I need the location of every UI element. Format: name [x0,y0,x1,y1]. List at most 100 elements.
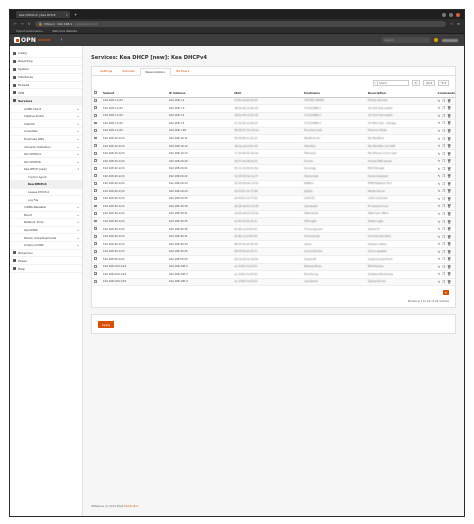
copy-icon[interactable]: ❐ [442,106,445,110]
col-ip-address[interactable]: IP Address [166,90,233,98]
delete-icon[interactable]: 🗑 [447,272,451,276]
footer-link[interactable]: Deciso B.V. [124,505,138,508]
delete-icon[interactable]: 🗑 [447,121,451,125]
refresh-button[interactable]: ↻ [411,80,421,86]
add-reservation-button[interactable]: + [443,290,449,296]
delete-icon[interactable]: 🗑 [447,250,451,254]
col-subnet[interactable]: Subnet [100,90,167,98]
table-row[interactable]: 192.168.1.1/24 192.168.1.4 a8:5e:45:12:8c:… [92,112,455,121]
table-row[interactable]: 192.168.100.1/24 192.168.100.4 ac:1f:6b:7a… [92,278,455,287]
edit-icon[interactable]: ✎ [438,265,441,269]
edit-icon[interactable]: ✎ [438,137,441,141]
table-row[interactable]: 192.168.20.1/24 192.168.20.23 52:54:00:ab:… [92,180,455,189]
sidebar-kea-log-file[interactable]: Log File [10,196,82,204]
delete-icon[interactable]: 🗑 [447,242,451,246]
copy-icon[interactable]: ❐ [442,167,445,171]
table-row[interactable]: 192.168.10.1/24 192.168.10.12 d8:3a:dd:14:… [92,142,455,151]
row-checkbox[interactable] [94,189,97,193]
copy-icon[interactable]: ❐ [442,129,445,133]
delete-icon[interactable]: 🗑 [447,197,451,201]
row-checkbox[interactable] [94,234,97,238]
copy-icon[interactable]: ❐ [442,235,445,239]
sidebar-item-power[interactable]: Power [10,257,82,266]
delete-icon[interactable]: 🗑 [447,280,451,284]
edit-icon[interactable]: ✎ [438,106,441,110]
apply-button[interactable]: Apply [98,321,114,329]
copy-icon[interactable]: ❐ [442,204,445,208]
delete-icon[interactable]: 🗑 [447,114,451,118]
col-mac[interactable]: MAC [232,90,303,98]
row-checkbox[interactable] [94,227,97,230]
sidebar-sub-clamav[interactable]: ClamAV ▸ [10,120,82,129]
edit-icon[interactable]: ✎ [438,227,441,231]
copy-icon[interactable]: ❐ [442,182,445,186]
delete-icon[interactable]: 🗑 [447,144,451,148]
sidebar-item-help[interactable]: Help [10,265,82,274]
copy-icon[interactable]: ❐ [442,250,445,254]
delete-icon[interactable]: 🗑 [447,167,451,171]
row-checkbox[interactable] [94,121,97,125]
row-checkbox[interactable] [94,98,97,102]
delete-icon[interactable]: 🗑 [447,235,451,239]
row-checkbox[interactable] [94,219,97,223]
sidebar-sub-unbound-dns[interactable]: Unbound DNS ▸ [10,242,82,250]
browser-tab[interactable]: Kea DHCPv4 | Kea DHCP ✕ [16,11,70,18]
delete-icon[interactable]: 🗑 [447,106,451,110]
select-all-checkbox[interactable] [94,91,97,95]
edit-icon[interactable]: ✎ [438,114,441,118]
grid-search-input[interactable] [377,81,408,85]
edit-icon[interactable]: ✎ [438,235,441,239]
table-row[interactable]: 192.168.1.1/24 192.168.1.99 08:00:27:5d:19… [92,127,455,136]
table-row[interactable]: 192.168.20.1/24 192.168.20.25 e4:5f:01:2d:… [92,195,455,204]
delete-icon[interactable]: 🗑 [447,129,451,133]
col-hostname[interactable]: Hostname [302,90,366,98]
copy-icon[interactable]: ❐ [442,220,445,224]
delete-icon[interactable]: 🗑 [447,182,451,186]
bookmark-import[interactable]: Import bookmarks... [16,29,44,33]
edit-icon[interactable]: ✎ [438,220,441,224]
delete-icon[interactable]: 🗑 [447,220,451,224]
delete-icon[interactable]: 🗑 [447,99,451,103]
maximize-icon[interactable] [449,12,453,17]
delete-icon[interactable]: 🗑 [447,174,451,178]
row-checkbox[interactable] [94,144,97,147]
delete-icon[interactable]: 🗑 [447,257,451,261]
copy-icon[interactable]: ❐ [442,272,445,276]
edit-icon[interactable]: ✎ [438,182,441,186]
edit-icon[interactable]: ✎ [438,167,441,171]
edit-icon[interactable]: ✎ [438,280,441,284]
edit-icon[interactable]: ✎ [438,189,441,193]
edit-icon[interactable]: ✎ [438,212,441,216]
edit-icon[interactable]: ✎ [438,257,441,261]
edit-icon[interactable]: ✎ [438,99,441,103]
opnsense-logo[interactable]: OPN sense [14,37,51,44]
forward-icon[interactable]: → [21,22,24,26]
row-checkbox[interactable] [94,196,97,200]
table-row[interactable]: 192.168.20.1/24 192.168.20.22 52:54:00:3e:… [92,172,455,181]
edit-icon[interactable]: ✎ [438,242,441,246]
row-checkbox[interactable] [94,280,97,283]
copy-icon[interactable]: ❐ [442,227,445,231]
row-checkbox[interactable] [94,181,97,185]
edit-icon[interactable]: ✎ [438,144,441,148]
copy-icon[interactable]: ❐ [442,257,445,261]
sidebar-sub-captive-portal[interactable]: Captive Portal ▸ [10,113,82,121]
tab-settings[interactable]: Settings [95,67,117,75]
copy-icon[interactable]: ❐ [442,144,445,148]
copy-icon[interactable]: ❐ [442,189,445,193]
row-checkbox[interactable] [94,159,97,163]
edit-icon[interactable]: ✎ [438,152,441,156]
sidebar-kea-leases[interactable]: Leases DHCPv4 [10,189,82,197]
page-size-select[interactable]: All ▾ [423,80,436,86]
sidebar-sub-dnsmasq[interactable]: Dnsmasq DNS ▸ [10,136,82,144]
tab-ha-peers[interactable]: HA Peers [171,67,194,75]
table-row[interactable]: 192.168.1.1/24 192.168.1.3 a8:5e:45:12:8c:… [92,104,455,113]
edit-icon[interactable]: ✎ [438,174,441,178]
copy-icon[interactable]: ❐ [442,174,445,178]
close-tab-icon[interactable]: ✕ [65,13,68,17]
table-row[interactable]: 192.168.1.1/24 192.168.1.2 b4:fb:e4:ab:6d:… [92,97,455,106]
row-checkbox[interactable] [94,257,97,261]
url-bar[interactable]: 🔒 https://192.168.1/ui/kea/dhcp/v4 [34,20,447,27]
user-menu[interactable] [442,38,458,42]
row-checkbox[interactable] [94,136,97,140]
